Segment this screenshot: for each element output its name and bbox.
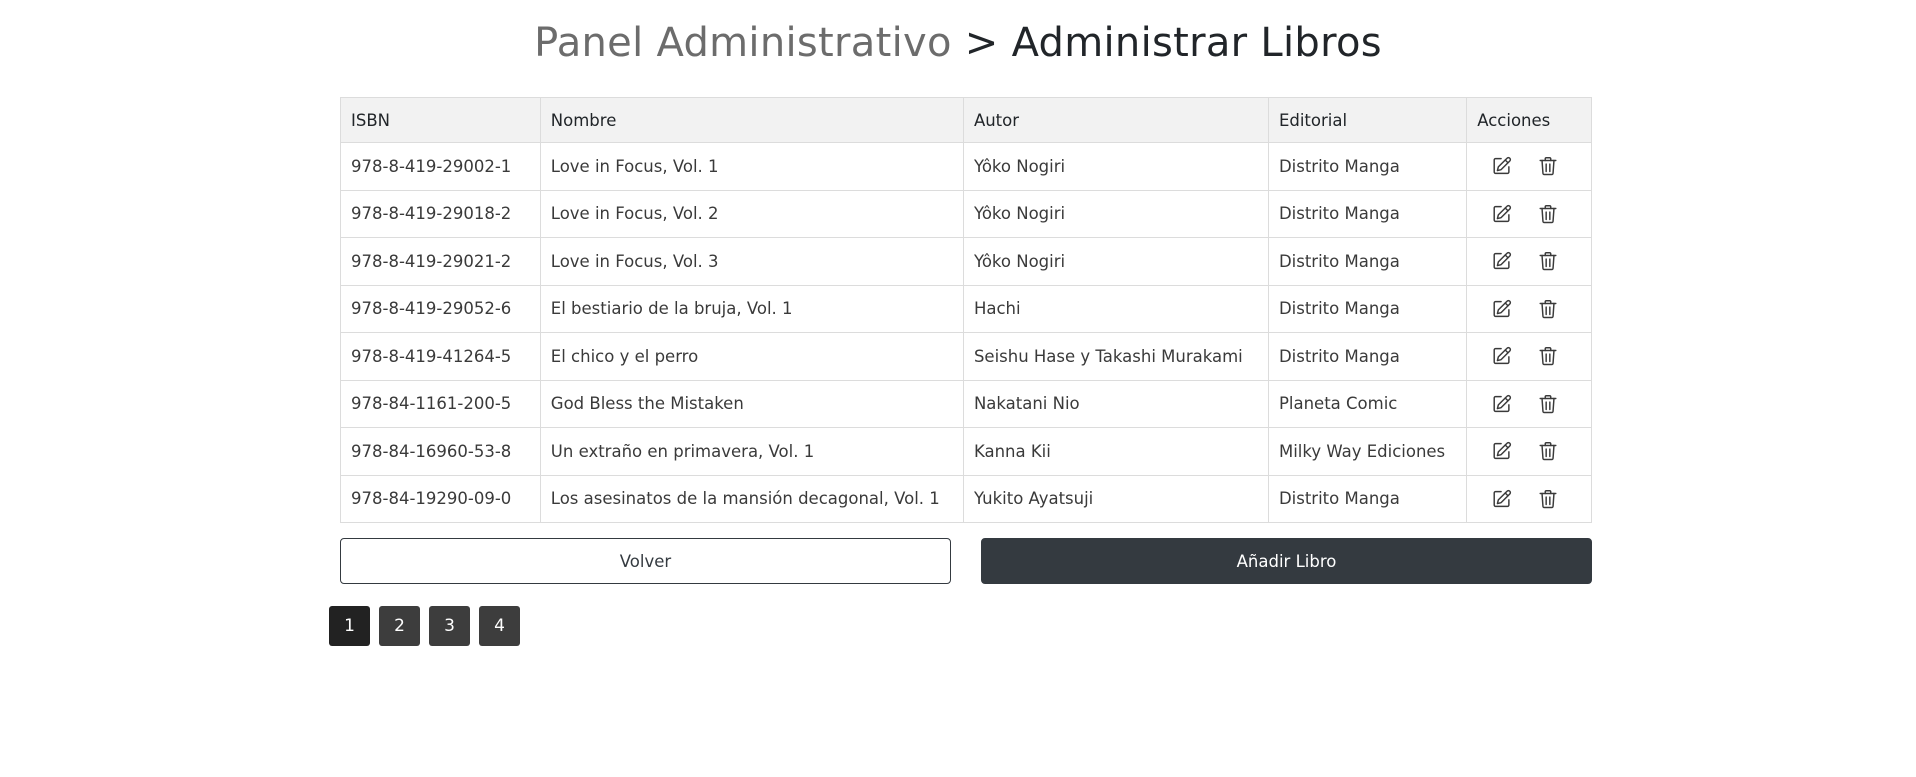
column-header-isbn: ISBN bbox=[340, 97, 541, 143]
row-actions bbox=[1477, 248, 1581, 274]
cell-isbn: 978-8-419-29052-6 bbox=[340, 284, 541, 333]
cell-isbn: 978-8-419-41264-5 bbox=[340, 332, 541, 381]
row-actions bbox=[1477, 296, 1581, 322]
back-button[interactable]: Volver bbox=[340, 538, 951, 584]
cell-editorial: Distrito Manga bbox=[1267, 142, 1468, 191]
edit-icon[interactable] bbox=[1489, 438, 1515, 464]
column-header-editorial: Editorial bbox=[1267, 97, 1468, 143]
row-actions bbox=[1477, 153, 1581, 179]
trash-icon[interactable] bbox=[1535, 248, 1561, 274]
cell-nombre: Un extraño en primavera, Vol. 1 bbox=[539, 427, 964, 476]
page-button-2[interactable]: 2 bbox=[379, 606, 420, 646]
cell-autor: Yôko Nogiri bbox=[962, 189, 1269, 238]
cell-acciones bbox=[1466, 332, 1592, 381]
cell-isbn: 978-84-1161-200-5 bbox=[340, 379, 541, 428]
table-row: 978-8-419-29021-2 Love in Focus, Vol. 3 Yô… bbox=[340, 237, 1592, 286]
cell-nombre: Love in Focus, Vol. 1 bbox=[539, 142, 964, 191]
books-table: ISBN Nombre Autor Editorial Acciones 978… bbox=[340, 97, 1592, 523]
table-row: 978-8-419-29002-1 Love in Focus, Vol. 1 Yô… bbox=[340, 142, 1592, 191]
cell-nombre: Love in Focus, Vol. 2 bbox=[539, 189, 964, 238]
add-book-button[interactable]: Añadir Libro bbox=[981, 538, 1592, 584]
trash-icon[interactable] bbox=[1535, 153, 1561, 179]
cell-autor: Yôko Nogiri bbox=[962, 142, 1269, 191]
cell-nombre: Love in Focus, Vol. 3 bbox=[539, 237, 964, 286]
cell-autor: Hachi bbox=[962, 284, 1269, 333]
edit-icon[interactable] bbox=[1489, 486, 1515, 512]
row-actions bbox=[1477, 201, 1581, 227]
cell-isbn: 978-8-419-29021-2 bbox=[340, 237, 541, 286]
row-actions bbox=[1477, 438, 1581, 464]
cell-autor: Yôko Nogiri bbox=[962, 237, 1269, 286]
edit-icon[interactable] bbox=[1489, 343, 1515, 369]
column-header-nombre: Nombre bbox=[539, 97, 964, 143]
page-button-4[interactable]: 4 bbox=[479, 606, 520, 646]
cell-nombre: Los asesinatos de la mansión decagonal, … bbox=[539, 474, 964, 523]
cell-acciones bbox=[1466, 474, 1592, 523]
page-button-3[interactable]: 3 bbox=[429, 606, 470, 646]
cell-isbn: 978-84-19290-09-0 bbox=[340, 474, 541, 523]
pagination: 1 2 3 4 bbox=[329, 606, 520, 646]
table-row: 978-8-419-29052-6 El bestiario de la bruj… bbox=[340, 284, 1592, 333]
cell-autor: Kanna Kii bbox=[962, 427, 1269, 476]
cell-acciones bbox=[1466, 142, 1592, 191]
breadcrumb-current: Administrar Libros bbox=[1011, 20, 1382, 66]
row-actions bbox=[1477, 391, 1581, 417]
cell-autor: Seishu Hase y Takashi Murakami bbox=[962, 332, 1269, 381]
cell-isbn: 978-84-16960-53-8 bbox=[340, 427, 541, 476]
cell-autor: Yukito Ayatsuji bbox=[962, 474, 1269, 523]
table-row: 978-8-419-29018-2 Love in Focus, Vol. 2 Yô… bbox=[340, 189, 1592, 238]
row-actions bbox=[1477, 486, 1581, 512]
cell-editorial: Planeta Comic bbox=[1267, 379, 1468, 428]
trash-icon[interactable] bbox=[1535, 201, 1561, 227]
page-button-1[interactable]: 1 bbox=[329, 606, 370, 646]
cell-isbn: 978-8-419-29002-1 bbox=[340, 142, 541, 191]
cell-editorial: Distrito Manga bbox=[1267, 237, 1468, 286]
cell-isbn: 978-8-419-29018-2 bbox=[340, 189, 541, 238]
edit-icon[interactable] bbox=[1489, 201, 1515, 227]
cell-editorial: Milky Way Ediciones bbox=[1267, 427, 1468, 476]
table-row: 978-84-19290-09-0 Los asesinatos de la ma… bbox=[340, 474, 1592, 523]
cell-nombre: El chico y el perro bbox=[539, 332, 964, 381]
trash-icon[interactable] bbox=[1535, 438, 1561, 464]
cell-acciones bbox=[1466, 284, 1592, 333]
page-title: Panel Administrativo > Administrar Libro… bbox=[0, 18, 1916, 68]
cell-editorial: Distrito Manga bbox=[1267, 189, 1468, 238]
table-header-row: ISBN Nombre Autor Editorial Acciones bbox=[340, 97, 1592, 143]
breadcrumb-panel-administrativo: Panel Administrativo bbox=[534, 20, 952, 66]
edit-icon[interactable] bbox=[1489, 153, 1515, 179]
column-header-acciones: Acciones bbox=[1466, 97, 1592, 143]
cell-acciones bbox=[1466, 427, 1592, 476]
cell-autor: Nakatani Nio bbox=[962, 379, 1269, 428]
cell-acciones bbox=[1466, 237, 1592, 286]
cell-acciones bbox=[1466, 189, 1592, 238]
edit-icon[interactable] bbox=[1489, 296, 1515, 322]
cell-acciones bbox=[1466, 379, 1592, 428]
trash-icon[interactable] bbox=[1535, 486, 1561, 512]
table-row: 978-84-1161-200-5 God Bless the Mistaken N… bbox=[340, 379, 1592, 428]
trash-icon[interactable] bbox=[1535, 391, 1561, 417]
table-row: 978-84-16960-53-8 Un extraño en primavera… bbox=[340, 427, 1592, 476]
table-row: 978-8-419-41264-5 El chico y el perro Seis… bbox=[340, 332, 1592, 381]
cell-nombre: God Bless the Mistaken bbox=[539, 379, 964, 428]
row-actions bbox=[1477, 343, 1581, 369]
trash-icon[interactable] bbox=[1535, 343, 1561, 369]
cell-editorial: Distrito Manga bbox=[1267, 284, 1468, 333]
edit-icon[interactable] bbox=[1489, 248, 1515, 274]
edit-icon[interactable] bbox=[1489, 391, 1515, 417]
column-header-autor: Autor bbox=[962, 97, 1269, 143]
cell-editorial: Distrito Manga bbox=[1267, 332, 1468, 381]
breadcrumb-separator: > bbox=[964, 20, 999, 66]
cell-editorial: Distrito Manga bbox=[1267, 474, 1468, 523]
trash-icon[interactable] bbox=[1535, 296, 1561, 322]
cell-nombre: El bestiario de la bruja, Vol. 1 bbox=[539, 284, 964, 333]
